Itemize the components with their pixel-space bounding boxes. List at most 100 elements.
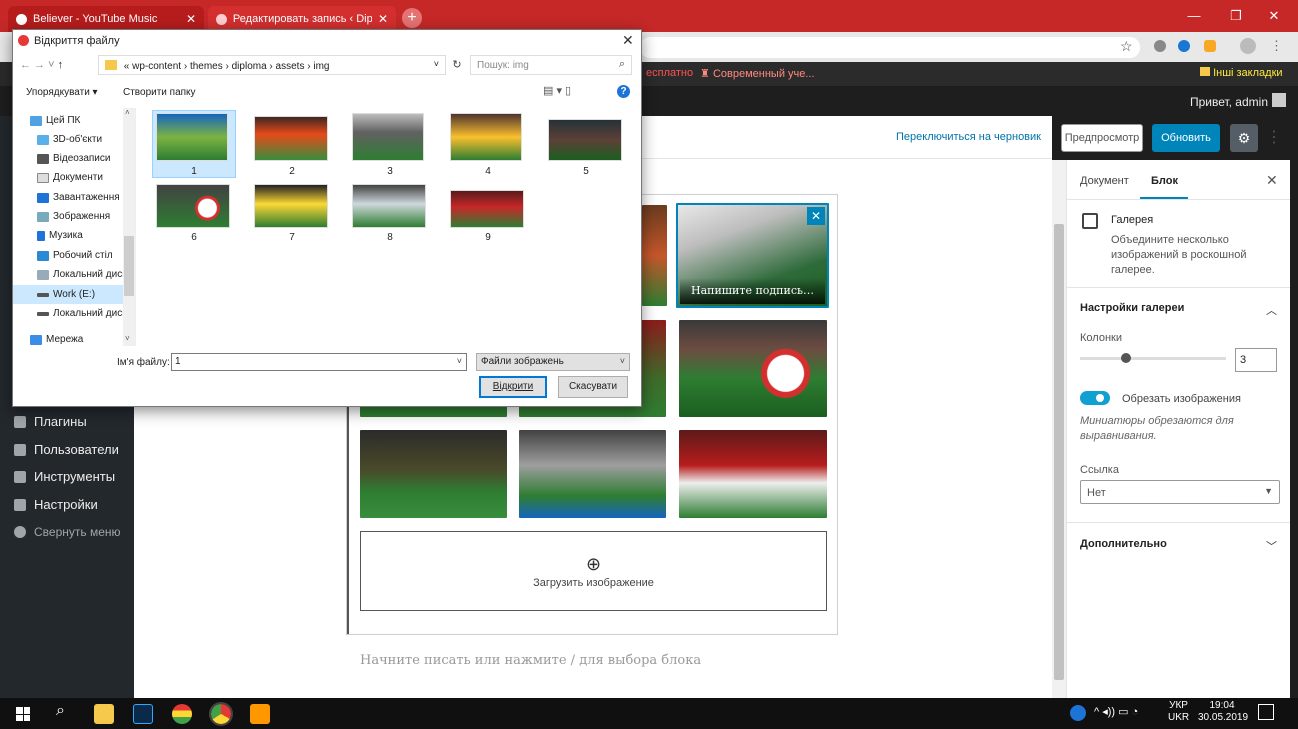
close-sidebar-icon[interactable]: ✕ bbox=[1266, 172, 1278, 189]
maximize-icon[interactable]: ❐ bbox=[1220, 0, 1252, 32]
photoshop-icon[interactable] bbox=[133, 704, 153, 724]
address-bar[interactable] bbox=[640, 37, 1140, 58]
file-name[interactable]: 8 bbox=[380, 232, 400, 243]
file-thumbnail[interactable] bbox=[352, 184, 426, 228]
file-name[interactable]: 9 bbox=[478, 232, 498, 243]
tab-block[interactable]: Блок bbox=[1151, 175, 1178, 187]
file-name[interactable]: 2 bbox=[282, 166, 302, 177]
nav-downloads[interactable]: Завантаження bbox=[37, 192, 120, 203]
breadcrumb-path[interactable]: « wp-content › themes › diploma › assets… bbox=[98, 55, 446, 75]
help-tray-icon[interactable] bbox=[1070, 705, 1086, 721]
link-select[interactable]: Нет ▼ bbox=[1080, 480, 1280, 504]
extension-icon[interactable] bbox=[1178, 40, 1190, 52]
gallery-image[interactable] bbox=[360, 430, 507, 518]
chevron-up-icon[interactable]: ︿ bbox=[1266, 302, 1277, 318]
bookmark-item[interactable]: есплатно bbox=[646, 67, 693, 79]
filetype-select[interactable]: Файли зображень ˅ bbox=[476, 353, 630, 371]
file-thumbnail[interactable] bbox=[450, 190, 524, 228]
breadcrumb-item[interactable]: img bbox=[313, 61, 329, 72]
gallery-settings-heading[interactable]: Настройки галереи bbox=[1080, 302, 1184, 314]
filename-input[interactable]: 1 ˅ bbox=[171, 353, 467, 371]
menu-item-users[interactable]: Пользователи bbox=[14, 442, 119, 457]
more-options-icon[interactable]: ⋮ bbox=[1266, 124, 1282, 152]
chevron-down-icon[interactable]: ˅ bbox=[434, 59, 439, 69]
nav-this-pc[interactable]: Цей ПК bbox=[30, 115, 80, 126]
admin-greeting[interactable]: Привет, admin bbox=[1190, 95, 1268, 109]
nav-desktop[interactable]: Робочий стіл bbox=[37, 250, 113, 261]
nav-local-disk[interactable]: Локальний диск bbox=[37, 269, 127, 280]
chrome-menu-icon[interactable]: ⋮ bbox=[1270, 38, 1283, 54]
open-button[interactable]: Відкрити bbox=[479, 376, 547, 398]
file-thumbnail[interactable] bbox=[254, 116, 328, 161]
minimize-icon[interactable]: — bbox=[1178, 0, 1210, 32]
columns-slider[interactable] bbox=[1080, 357, 1226, 360]
nav-local-disk-2[interactable]: Локальний диск bbox=[37, 308, 127, 319]
update-button[interactable]: Обновить bbox=[1152, 124, 1220, 152]
dialog-close-icon[interactable]: ✕ bbox=[622, 32, 634, 49]
file-thumbnail[interactable] bbox=[450, 113, 522, 161]
gallery-image[interactable] bbox=[642, 205, 667, 306]
refresh-icon[interactable]: ↻ bbox=[448, 55, 466, 75]
menu-item-plugins[interactable]: Плагины bbox=[14, 414, 87, 429]
advanced-heading[interactable]: Дополнительно bbox=[1080, 538, 1167, 550]
block-placeholder[interactable]: Начните писать или нажмите / для выбора … bbox=[360, 653, 701, 668]
menu-item-tools[interactable]: Инструменты bbox=[14, 469, 115, 484]
chevron-down-icon[interactable]: ˅ bbox=[457, 356, 462, 366]
app-icon[interactable] bbox=[172, 704, 192, 724]
file-explorer-icon[interactable] bbox=[94, 704, 114, 724]
windows-start-icon[interactable] bbox=[16, 707, 30, 721]
profile-avatar[interactable] bbox=[1240, 38, 1256, 54]
file-name[interactable]: 5 bbox=[576, 166, 596, 177]
notifications-icon[interactable] bbox=[1258, 704, 1274, 720]
file-name[interactable]: 4 bbox=[478, 166, 498, 177]
file-thumbnail[interactable] bbox=[254, 184, 328, 228]
switch-to-draft-link[interactable]: Переключиться на черновик bbox=[896, 131, 1041, 143]
crop-images-toggle[interactable] bbox=[1080, 391, 1110, 405]
upload-image-button[interactable]: ⊕ Загрузить изображение bbox=[360, 531, 827, 611]
scroll-up-icon[interactable]: ˄ bbox=[125, 108, 130, 117]
file-thumbnail[interactable] bbox=[352, 113, 424, 161]
tray-icons[interactable]: ^ ◂)) ▭ ◔ bbox=[1094, 705, 1138, 718]
nav-work-e[interactable]: Work (E:) bbox=[37, 289, 95, 300]
gallery-image[interactable] bbox=[679, 320, 827, 417]
remove-image-icon[interactable]: ✕ bbox=[807, 207, 825, 225]
file-thumbnail[interactable] bbox=[548, 119, 622, 161]
nav-3d-objects[interactable]: 3D-об'єкти bbox=[37, 134, 102, 145]
help-icon[interactable]: ? bbox=[617, 85, 630, 98]
breadcrumb-item[interactable]: diploma bbox=[232, 61, 267, 72]
gallery-image[interactable] bbox=[679, 430, 827, 518]
nav-network[interactable]: Мережа bbox=[30, 334, 83, 345]
sublime-icon[interactable] bbox=[250, 704, 270, 724]
gallery-image-selected[interactable]: ✕ Напишите подпись… bbox=[676, 203, 829, 308]
nav-scrollbar[interactable] bbox=[123, 108, 135, 346]
close-tab-icon[interactable]: ✕ bbox=[186, 12, 196, 26]
extension-icon[interactable] bbox=[1204, 40, 1216, 52]
nav-arrows[interactable]: ← → ˅ ↑ bbox=[20, 59, 63, 71]
columns-input[interactable]: 3 bbox=[1235, 348, 1277, 372]
file-name[interactable]: 6 bbox=[184, 232, 204, 243]
collapse-menu[interactable]: Свернуть меню bbox=[14, 525, 121, 539]
bookmark-item[interactable]: ♜ Современный уче... bbox=[700, 67, 815, 80]
organize-button[interactable]: Упорядкувати ▾ bbox=[26, 87, 98, 98]
new-tab-icon[interactable]: + bbox=[402, 8, 422, 28]
chevron-down-icon[interactable]: ﹀ bbox=[1266, 538, 1277, 554]
search-icon[interactable]: ⌕ bbox=[56, 702, 65, 720]
scroll-down-icon[interactable]: ˅ bbox=[125, 334, 130, 343]
nav-pictures[interactable]: Зображення bbox=[37, 211, 110, 222]
close-tab-icon[interactable]: ✕ bbox=[378, 12, 388, 26]
close-window-icon[interactable]: ✕ bbox=[1258, 0, 1290, 32]
admin-avatar[interactable] bbox=[1272, 93, 1286, 107]
file-name[interactable]: 7 bbox=[282, 232, 302, 243]
star-icon[interactable]: ☆ bbox=[1120, 38, 1133, 55]
breadcrumb-item[interactable]: assets bbox=[276, 61, 305, 72]
chrome-taskbar-icon[interactable] bbox=[209, 702, 233, 726]
nav-videos[interactable]: Відеозаписи bbox=[37, 153, 110, 164]
file-name[interactable]: 3 bbox=[380, 166, 400, 177]
language-indicator[interactable]: УКР UKR bbox=[1168, 700, 1189, 724]
columns-slider-handle[interactable] bbox=[1121, 353, 1131, 363]
breadcrumb-item[interactable]: wp-content bbox=[132, 61, 181, 72]
scrollbar-thumb[interactable] bbox=[1054, 224, 1064, 680]
file-thumbnail[interactable] bbox=[156, 113, 228, 161]
breadcrumb-item[interactable]: themes bbox=[190, 61, 223, 72]
nav-documents[interactable]: Документи bbox=[37, 172, 103, 183]
